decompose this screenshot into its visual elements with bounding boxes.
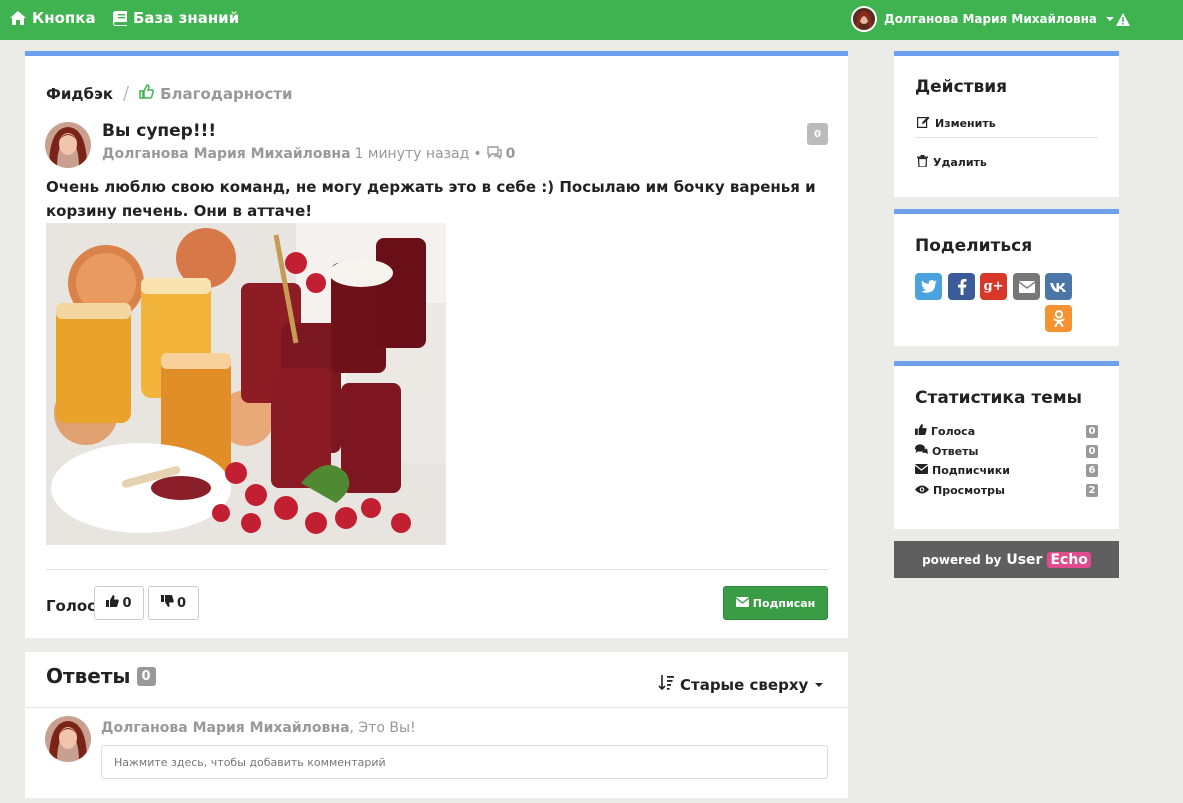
chevron-down-icon: [815, 682, 824, 687]
vote-label: Голос: [46, 597, 97, 615]
warning-icon[interactable]: [1116, 11, 1130, 30]
share-title: Поделиться: [915, 236, 1033, 256]
reply-author-line: Долганова Мария Михайловна, Это Вы!: [101, 720, 416, 736]
divider: [25, 707, 848, 708]
stat-value: 6: [1086, 464, 1098, 477]
comments-icon: [486, 145, 503, 163]
stat-label: Подписчики: [932, 464, 1010, 477]
stat-label: Просмотры: [933, 484, 1005, 497]
avatar: [851, 6, 877, 32]
email-icon[interactable]: [1013, 273, 1040, 300]
top-navbar: Кнопка База знаний Долганова Мария Михай…: [0, 0, 1183, 40]
post-author-link[interactable]: Долганова Мария Михайловна: [102, 146, 351, 162]
sort-dropdown[interactable]: Старые сверху: [658, 674, 824, 695]
odnoklassniki-icon[interactable]: [1045, 305, 1072, 332]
stat-views: Просмотры 2: [915, 484, 1098, 497]
stat-value: 0: [1086, 444, 1098, 458]
chevron-down-icon: [1106, 17, 1115, 21]
actions-title: Действия: [915, 77, 1008, 97]
upvote-button[interactable]: 0: [94, 586, 144, 620]
author-avatar[interactable]: [45, 122, 91, 168]
eye-icon: [915, 484, 929, 497]
userecho-logo-user: User: [1006, 551, 1043, 568]
divider: [915, 137, 1098, 138]
vk-icon[interactable]: [1045, 273, 1072, 300]
edit-icon: [917, 116, 930, 131]
jam-jars-image[interactable]: [46, 223, 446, 545]
reply-author-name[interactable]: Долганова Мария Михайловна: [101, 720, 350, 736]
meta-separator: •: [473, 146, 482, 162]
replies-count-badge: 0: [136, 666, 156, 686]
stat-label: Голоса: [931, 424, 976, 438]
edit-label: Изменить: [935, 117, 996, 130]
replies-title: Ответы: [46, 664, 131, 688]
userecho-logo-echo: Echo: [1047, 551, 1091, 568]
thumbs-up-icon: [915, 424, 927, 438]
thumbs-up-icon: [106, 595, 120, 611]
nav-knowledge-base-link[interactable]: База знаний: [113, 9, 239, 27]
user-name: Долганова Мария Михайловна: [884, 12, 1098, 26]
current-user-avatar: [45, 716, 91, 762]
stat-subscribers: Подписчики 6: [914, 464, 1098, 477]
powered-by-label: powered by: [922, 552, 1002, 567]
subscribe-button[interactable]: Подписан: [723, 586, 828, 620]
breadcrumb-separator: /: [123, 83, 130, 104]
trash-icon: [917, 155, 928, 170]
comments-link[interactable]: 0: [486, 145, 516, 163]
post-meta: Долганова Мария Михайловна 1 минуту наза…: [102, 145, 515, 163]
stat-replies: Ответы 0: [915, 444, 1098, 458]
downvote-count: 0: [176, 595, 187, 611]
google-plus-icon[interactable]: g+: [980, 273, 1007, 300]
downvote-button[interactable]: 0: [148, 586, 199, 620]
stats-title: Статистика темы: [915, 388, 1082, 408]
reply-author-suffix: , Это Вы!: [349, 720, 416, 736]
votes-badge: 0: [807, 123, 828, 145]
edit-action[interactable]: Изменить: [917, 116, 996, 131]
divider: [46, 569, 828, 570]
sort-icon: [658, 674, 675, 695]
actions-panel: Действия Изменить Удалить: [894, 51, 1119, 197]
delete-label: Удалить: [933, 156, 987, 169]
book-icon: [113, 10, 127, 26]
replies-card: Ответы 0 Старые сверху Долганова Мария М…: [25, 652, 848, 798]
nav-button-link[interactable]: Кнопка: [10, 9, 96, 27]
upvote-count: 0: [122, 595, 132, 611]
post-time: 1 минуту назад: [354, 146, 470, 162]
stat-value: 2: [1086, 484, 1098, 497]
replies-heading: Ответы 0: [46, 664, 156, 688]
topic-stats-panel: Статистика темы Голоса 0 Ответы 0 Подпис…: [894, 361, 1119, 529]
stat-value: 0: [1086, 424, 1098, 438]
powered-by-userecho[interactable]: powered by User Echo: [894, 541, 1119, 578]
post-body: Очень люблю свою команд, не могу держать…: [46, 178, 816, 220]
breadcrumb-feedback[interactable]: Фидбэк: [46, 85, 113, 103]
stat-votes: Голоса 0: [915, 424, 1098, 438]
breadcrumb: Фидбэк / Благодарности: [46, 83, 293, 104]
share-panel: Поделиться g+: [894, 209, 1119, 346]
user-menu-dropdown[interactable]: Долганова Мария Михайловна: [851, 5, 1115, 33]
breadcrumb-category-label: Благодарности: [160, 84, 293, 103]
comment-input[interactable]: [101, 745, 828, 779]
breadcrumb-category[interactable]: Благодарности: [139, 84, 293, 103]
stat-label: Ответы: [932, 444, 979, 458]
envelope-icon: [914, 464, 929, 477]
twitter-icon[interactable]: [915, 273, 942, 300]
facebook-icon[interactable]: [948, 273, 975, 300]
home-icon: [10, 11, 26, 25]
post-title: Вы супер!!!: [102, 121, 217, 141]
comments-count: 0: [505, 146, 516, 162]
nav-knowledge-base-label: База знаний: [133, 9, 240, 27]
sort-label: Старые сверху: [680, 675, 809, 694]
envelope-icon: [735, 596, 750, 610]
delete-action[interactable]: Удалить: [917, 155, 987, 170]
thumbs-down-icon: [160, 595, 174, 611]
comments-icon: [915, 444, 928, 458]
thumbs-up-outline-icon: [139, 84, 155, 103]
nav-button-label: Кнопка: [32, 9, 96, 27]
post-card: Фидбэк / Благодарности Вы супер!!! Долга…: [25, 51, 848, 638]
subscribe-label: Подписан: [752, 596, 816, 610]
